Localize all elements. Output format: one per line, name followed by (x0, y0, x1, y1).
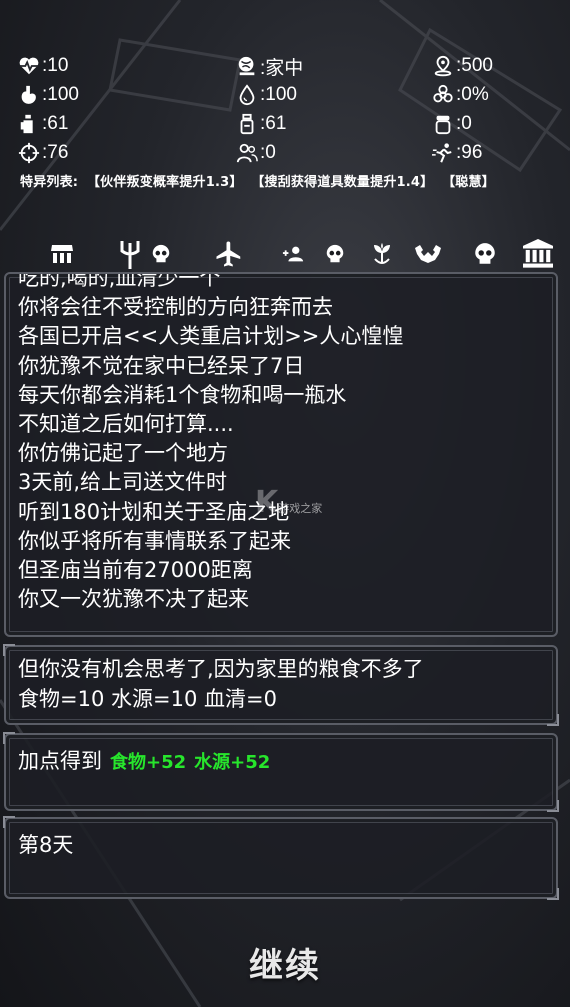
running-icon (432, 143, 452, 163)
add-person-icon[interactable] (280, 236, 306, 272)
energy-value: :61 (260, 113, 287, 134)
traits-list: 特异列表: 【伙伴叛变概率提升1.3】 【搜刮获得道具数量提升1.4】 【聪慧】 (20, 171, 499, 190)
warning-text: 但你没有机会思考了,因为家里的粮食不多了 (18, 657, 424, 681)
story-line: 不知道之后如何打算.... (18, 412, 234, 437)
heartbeat-icon (19, 57, 39, 75)
jar-icon (435, 115, 451, 135)
shop-icon[interactable] (48, 236, 76, 272)
food-value: :100 (42, 84, 79, 105)
story-line: 你犹豫不觉在家中已经呆了7日 (18, 353, 305, 378)
action-icon-bar (0, 236, 570, 272)
bottle-icon (20, 114, 33, 134)
story-line: 每天你都会消耗1个食物和喝一瓶水 (18, 382, 347, 407)
trait-item: 【搜刮获得道具数量提升1.4】 (251, 175, 434, 190)
story-line: 但圣庙当前有27000距离 (18, 558, 253, 583)
plane-icon[interactable] (212, 236, 246, 272)
stat-item: :0 (432, 110, 472, 138)
stat-health: :10 (18, 52, 68, 80)
food-gain: 食物+52 (110, 752, 187, 773)
story-lines: 吃的,喝的,血清少一个 你将会往不受控制的方向狂奔而去 各国已开启<<人类重启计… (18, 272, 404, 614)
watermark-logo: K游戏之家 (255, 485, 323, 520)
trait-item: 【聪慧】 (442, 175, 495, 190)
aim-value: :76 (42, 142, 69, 163)
skull-icon[interactable] (148, 236, 174, 272)
story-log-panel[interactable]: 吃的,喝的,血清少一个 你将会往不受控制的方向狂奔而去 各国已开启<<人类重启计… (4, 272, 558, 637)
watermark-text: 游戏之家 (278, 502, 323, 515)
story-line: 你仿佛记起了一个地方 (18, 441, 228, 466)
story-line: 吃的,喝的,血清少一个 (18, 272, 221, 290)
water-gain: 水源+52 (194, 752, 271, 773)
story-line: 各国已开启<<人类重启计划>>人心惶惶 (18, 324, 404, 349)
biohazard-icon (433, 84, 453, 103)
item-value: :0 (456, 113, 472, 134)
continue-button[interactable]: 继续 (0, 938, 570, 987)
stat-strength: :61 (18, 110, 68, 138)
skull-icon[interactable] (322, 236, 348, 272)
water-drop-icon (239, 84, 255, 106)
stat-energy: :61 (236, 110, 286, 138)
food-warning-panel: 但你没有机会思考了,因为家里的粮食不多了 食物=10 水源=10 血清=0 (3, 644, 559, 726)
muscle-icon[interactable] (412, 236, 444, 272)
stat-companions: :0 (236, 139, 276, 167)
stat-speed: :96 (432, 139, 482, 167)
story-line: 听到180计划和关于圣庙之地 (18, 499, 290, 524)
distance-value: :500 (456, 55, 493, 76)
gain-label: 加点得到 (18, 749, 102, 773)
stat-infection: :0% (432, 81, 489, 109)
speed-value: :96 (456, 142, 483, 163)
health-value: :10 (42, 55, 69, 76)
stat-distance: :500 (432, 52, 493, 80)
story-line: 3天前,给上司送文件时 (18, 470, 228, 495)
skull-icon[interactable] (470, 236, 500, 272)
flask-icon (240, 113, 254, 135)
stat-location: :家中 (236, 52, 303, 80)
companions-value: :0 (260, 142, 276, 163)
traits-label: 特异列表: (20, 175, 79, 190)
location-value: :家中 (260, 57, 304, 79)
infection-value: :0% (456, 84, 489, 105)
stat-water: :100 (236, 81, 297, 109)
story-line: 你将会往不受控制的方向狂奔而去 (18, 295, 333, 320)
strength-value: :61 (42, 113, 69, 134)
stat-food: :100 (18, 81, 79, 109)
day-panel: 第8天 (3, 816, 559, 900)
story-line: 你似乎将所有事情联系了起来 (18, 528, 291, 553)
trident-icon[interactable] (116, 236, 144, 272)
trait-item: 【伙伴叛变概率提升1.3】 (86, 175, 243, 190)
water-value: :100 (260, 84, 297, 105)
globe-location-icon (238, 56, 255, 76)
stomach-icon (21, 85, 36, 104)
map-pin-icon (434, 55, 452, 77)
day-label: 第8天 (18, 833, 74, 857)
story-line: 你又一次犹豫不决了起来 (18, 587, 249, 612)
gain-panel: 加点得到 食物+52 水源+52 (3, 732, 559, 812)
people-icon (236, 143, 258, 163)
gain-line: 加点得到 食物+52 水源+52 (18, 747, 270, 777)
plant-icon[interactable] (368, 236, 396, 272)
crosshair-icon (18, 142, 40, 164)
stat-aim: :76 (18, 139, 68, 167)
resources-text: 食物=10 水源=10 血清=0 (18, 687, 277, 711)
bank-icon[interactable] (520, 236, 556, 272)
